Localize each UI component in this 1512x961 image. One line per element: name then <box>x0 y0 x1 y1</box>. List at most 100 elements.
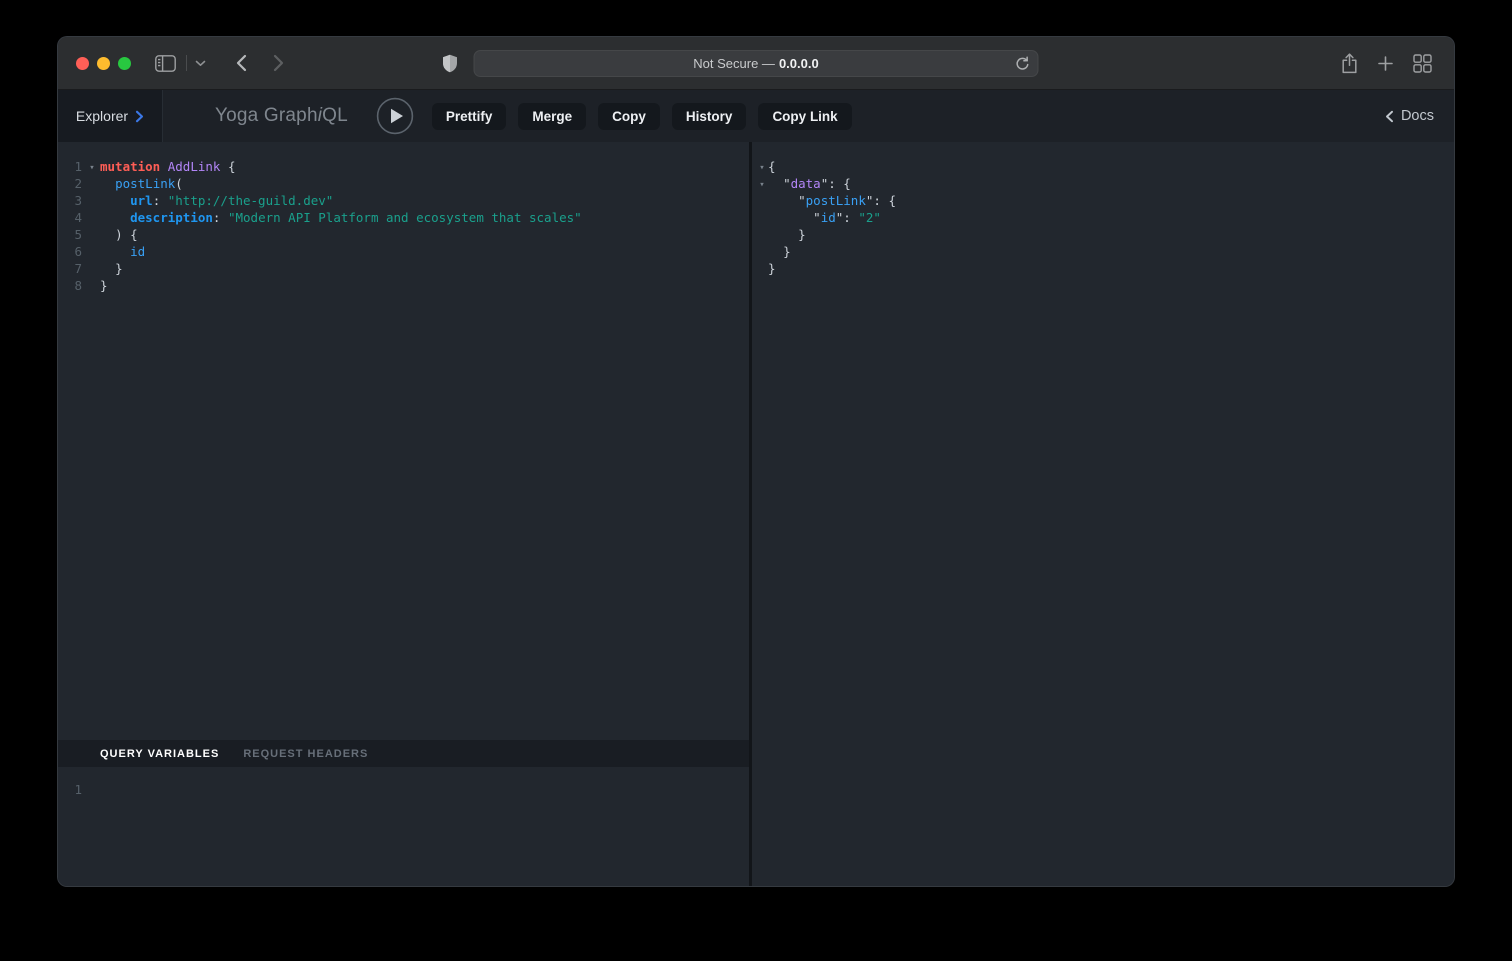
minimize-window-button[interactable] <box>97 57 110 70</box>
merge-button[interactable]: Merge <box>518 103 586 130</box>
code-token <box>220 159 228 174</box>
back-button-icon[interactable] <box>236 54 247 72</box>
privacy-shield-icon[interactable] <box>442 54 458 73</box>
code-line: 6 id <box>70 243 741 260</box>
code-token: " <box>798 193 806 208</box>
docs-label: Docs <box>1401 108 1434 124</box>
code-token <box>768 244 783 259</box>
code-token: { <box>843 176 851 191</box>
code-token: " <box>813 210 821 225</box>
code-token: "Modern API Platform and ecosystem that … <box>228 210 582 225</box>
address-bar[interactable]: Not Secure — 0.0.0.0 <box>474 50 1039 77</box>
explorer-label: Explorer <box>76 108 128 124</box>
line-number: 4 <box>70 209 82 226</box>
chevron-left-icon <box>1385 110 1394 123</box>
code-line: ▾{ <box>756 158 1446 175</box>
code-line: } <box>756 226 1446 243</box>
code-token: ) { <box>115 227 138 242</box>
code-token <box>100 210 130 225</box>
query-pane: 1▾mutation AddLink {2 postLink(3 url: "h… <box>58 142 749 887</box>
code-line: 3 url: "http://the-guild.dev" <box>70 192 741 209</box>
code-token: : <box>843 210 851 225</box>
chevron-right-icon <box>135 110 144 123</box>
new-tab-icon[interactable] <box>1378 56 1393 71</box>
code-token <box>768 227 798 242</box>
code-token: : <box>873 193 881 208</box>
response-viewer[interactable]: ▾{▾ "data": { "postLink": { "id": "2" } … <box>752 142 1454 277</box>
code-token: { <box>228 159 236 174</box>
chevron-down-icon[interactable] <box>195 60 206 67</box>
share-icon[interactable] <box>1341 53 1358 74</box>
code-token: : <box>828 176 836 191</box>
toolbar-right-actions <box>1341 37 1454 90</box>
forward-button-icon[interactable] <box>273 54 284 72</box>
variables-editor[interactable]: 1 <box>58 767 749 887</box>
bottom-tabbar: QUERY VARIABLES REQUEST HEADERS <box>58 740 749 767</box>
code-token: "http://the-guild.dev" <box>168 193 334 208</box>
tab-query-variables[interactable]: QUERY VARIABLES <box>100 748 219 760</box>
explorer-toggle[interactable]: Explorer <box>58 90 163 142</box>
query-editor[interactable]: 1▾mutation AddLink {2 postLink(3 url: "h… <box>58 142 749 740</box>
line-number: 5 <box>70 226 82 243</box>
sidebar-toggle-icon[interactable] <box>155 55 176 72</box>
docs-toggle[interactable]: Docs <box>1385 108 1434 124</box>
code-line: 2 postLink( <box>70 175 741 192</box>
line-number: 1 <box>70 781 82 798</box>
workspace: 1▾mutation AddLink {2 postLink(3 url: "h… <box>58 142 1454 887</box>
tab-request-headers[interactable]: REQUEST HEADERS <box>243 748 368 760</box>
code-token: description <box>130 210 213 225</box>
zoom-window-button[interactable] <box>118 57 131 70</box>
code-token: { <box>768 159 776 174</box>
code-line: 7 } <box>70 260 741 277</box>
code-token: postLink <box>115 176 175 191</box>
app-title: Yoga GraphiQL <box>215 105 348 127</box>
code-token <box>100 244 130 259</box>
code-token <box>100 176 115 191</box>
toolbar-button-group: Prettify Merge Copy History Copy Link <box>432 103 852 130</box>
code-line: 4 description: "Modern API Platform and … <box>70 209 741 226</box>
response-pane: ▾{▾ "data": { "postLink": { "id": "2" } … <box>752 142 1454 887</box>
code-token: id <box>821 210 836 225</box>
code-token: url <box>130 193 153 208</box>
code-token <box>100 261 115 276</box>
copy-button[interactable]: Copy <box>598 103 660 130</box>
code-token: data <box>791 176 821 191</box>
code-token <box>220 210 228 225</box>
code-token: mutation <box>100 159 160 174</box>
execute-query-button[interactable] <box>376 97 414 135</box>
code-token <box>768 176 783 191</box>
code-token: } <box>100 278 108 293</box>
code-token: } <box>783 244 791 259</box>
code-token: id <box>130 244 145 259</box>
line-number: 7 <box>70 260 82 277</box>
line-number: 3 <box>70 192 82 209</box>
reload-icon[interactable] <box>1015 56 1031 72</box>
code-token: ( <box>175 176 183 191</box>
line-number: 6 <box>70 243 82 260</box>
code-token <box>768 193 798 208</box>
tab-overview-icon[interactable] <box>1413 54 1432 73</box>
close-window-button[interactable] <box>76 57 89 70</box>
code-token: AddLink <box>168 159 221 174</box>
code-line: 8} <box>70 277 741 294</box>
code-token: "2" <box>858 210 881 225</box>
copy-link-button[interactable]: Copy Link <box>758 103 851 130</box>
line-number: 1 <box>70 158 82 175</box>
code-token <box>100 227 115 242</box>
code-token: { <box>888 193 896 208</box>
toolbar-separator <box>186 55 187 71</box>
line-number: 8 <box>70 277 82 294</box>
code-line: } <box>756 243 1446 260</box>
code-line: "postLink": { <box>756 192 1446 209</box>
code-line: "id": "2" <box>756 209 1446 226</box>
code-token: } <box>798 227 806 242</box>
security-label: Not Secure — <box>693 56 775 71</box>
history-button[interactable]: History <box>672 103 747 130</box>
code-line: } <box>756 260 1446 277</box>
code-token: postLink <box>806 193 866 208</box>
prettify-button[interactable]: Prettify <box>432 103 507 130</box>
code-token <box>160 193 168 208</box>
url-host: 0.0.0.0 <box>779 56 819 71</box>
code-line: ▾ "data": { <box>756 175 1446 192</box>
code-line: 1 <box>70 781 741 798</box>
